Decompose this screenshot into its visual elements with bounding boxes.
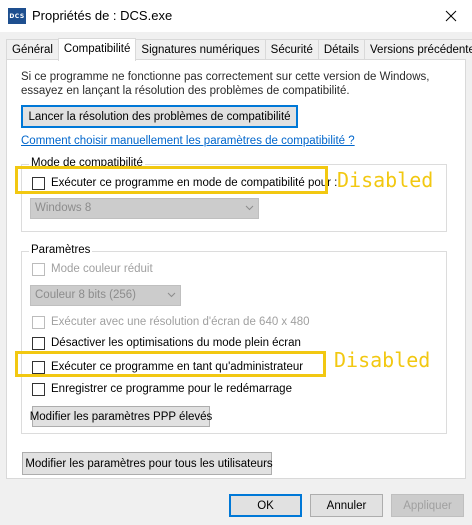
apply-button[interactable]: Appliquer [391, 494, 464, 517]
reduced-color-label: Mode couleur réduit [51, 263, 153, 275]
color-depth-select-value: Couleur 8 bits (256) [35, 289, 136, 301]
tab-digital-signatures[interactable]: Signatures numériques [135, 39, 266, 60]
compat-disabled-note: Disabled [337, 168, 434, 192]
register-restart-checkbox[interactable] [32, 383, 45, 396]
tab-strip: Général Compatibilité Signatures numériq… [6, 38, 472, 61]
fullscreen-optimizations-checkbox[interactable] [32, 337, 45, 350]
compat-mode-highlight-box [15, 166, 328, 194]
title-bar: DCS Propriétés de : DCS.exe [0, 0, 472, 32]
intro-line-2: essayez en lançant la résolution des pro… [21, 85, 350, 97]
tab-compatibility[interactable]: Compatibilité [57, 38, 137, 61]
high-dpi-settings-button[interactable]: Modifier les paramètres PPP élevés [30, 406, 212, 427]
os-version-select-value: Windows 8 [35, 202, 92, 214]
all-users-button-label: Modifier les paramètres pour tous les ut… [25, 457, 273, 470]
color-depth-select[interactable]: Couleur 8 bits (256) [30, 285, 181, 306]
admin-disabled-note: Disabled [334, 348, 431, 372]
resolution-640-checkbox[interactable] [32, 316, 45, 329]
os-version-select[interactable]: Windows 8 [30, 198, 259, 219]
tab-security[interactable]: Sécurité [264, 39, 319, 60]
register-restart-label: Enregistrer ce programme pour le redémar… [51, 383, 292, 395]
reduced-color-checkbox[interactable] [32, 263, 45, 276]
intro-text: Si ce programme ne fonctionne pas correc… [21, 70, 441, 98]
chevron-down-icon [245, 205, 254, 211]
chevron-down-icon [167, 292, 176, 298]
manual-settings-link[interactable]: Comment choisir manuellement les paramèt… [21, 135, 355, 147]
tab-details[interactable]: Détails [317, 39, 366, 60]
window-title: Propriétés de : DCS.exe [32, 8, 173, 23]
dcs-app-icon: DCS [8, 8, 26, 24]
cancel-button[interactable]: Annuler [310, 494, 383, 517]
settings-group-label: Paramètres [29, 244, 93, 256]
troubleshooter-button[interactable]: Lancer la résolution des problèmes de co… [21, 105, 298, 128]
resolution-640-label: Exécuter avec une résolution d'écran de … [51, 316, 310, 328]
close-icon[interactable] [434, 2, 468, 30]
tab-general[interactable]: Général [6, 39, 59, 60]
all-users-settings-button[interactable]: Modifier les paramètres pour tous les ut… [22, 452, 273, 475]
fullscreen-optimizations-label: Désactiver les optimisations du mode ple… [51, 337, 301, 349]
intro-line-1: Si ce programme ne fonctionne pas correc… [21, 71, 430, 83]
admin-highlight-box [15, 351, 326, 377]
ok-button[interactable]: OK [229, 494, 302, 517]
tab-previous-versions[interactable]: Versions précédentes [364, 39, 472, 60]
